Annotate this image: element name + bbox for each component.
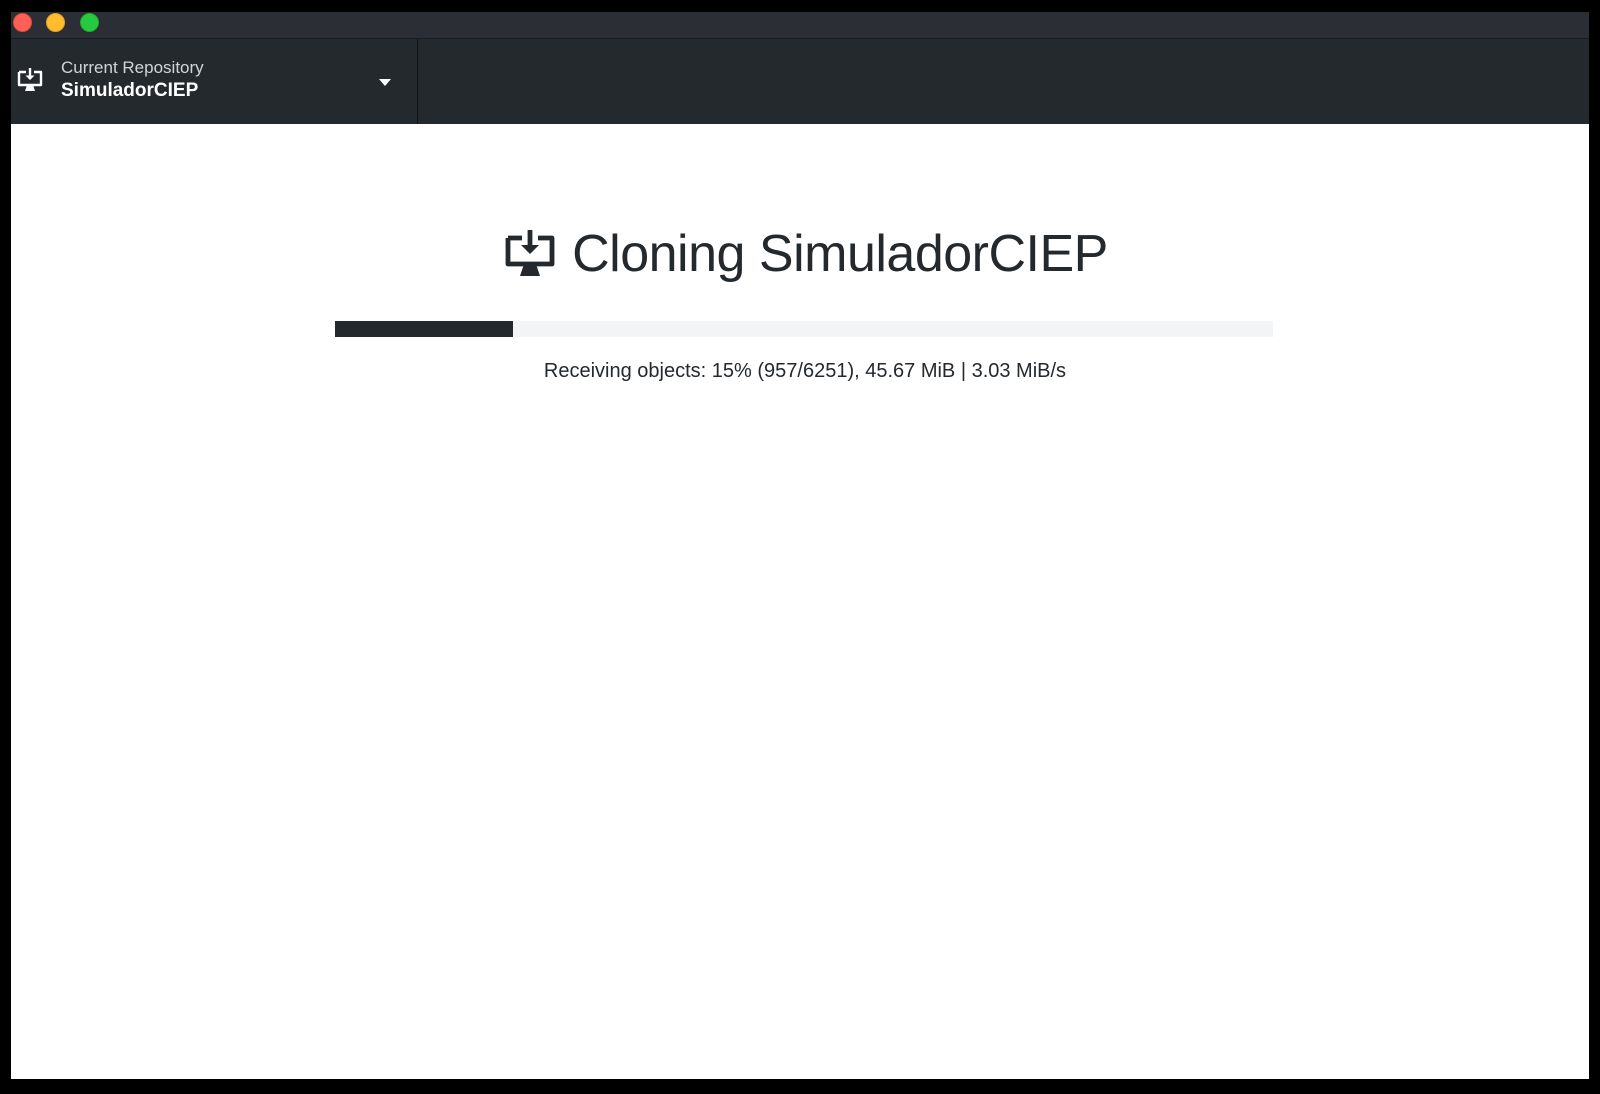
clone-progress-status: Receiving objects: 15% (957/6251), 45.67… bbox=[543, 360, 1067, 382]
repository-name: SimuladorCIEP bbox=[61, 80, 199, 101]
desktop-download-icon bbox=[17, 68, 43, 91]
clone-progress-fill bbox=[335, 321, 514, 337]
close-window-button[interactable] bbox=[13, 13, 32, 32]
current-repository-selector[interactable]: Current Repository SimuladorCIEP bbox=[11, 39, 418, 124]
toolbar: Current Repository SimuladorCIEP bbox=[11, 39, 1589, 124]
clone-progress-bar bbox=[335, 321, 1273, 337]
app-window: Current Repository SimuladorCIEP Cloning… bbox=[11, 12, 1589, 1079]
page-title: Cloning SimuladorCIEP bbox=[572, 225, 1108, 283]
desktop-download-icon bbox=[505, 230, 555, 276]
clone-heading: Cloning SimuladorCIEP bbox=[11, 224, 1589, 284]
repository-label: Current Repository bbox=[61, 58, 204, 77]
title-bar bbox=[11, 12, 1589, 39]
maximize-window-button[interactable] bbox=[80, 13, 99, 32]
minimize-window-button[interactable] bbox=[46, 13, 65, 32]
caret-down-icon bbox=[379, 79, 391, 86]
main-content: Cloning SimuladorCIEP Receiving objects:… bbox=[11, 124, 1589, 1079]
